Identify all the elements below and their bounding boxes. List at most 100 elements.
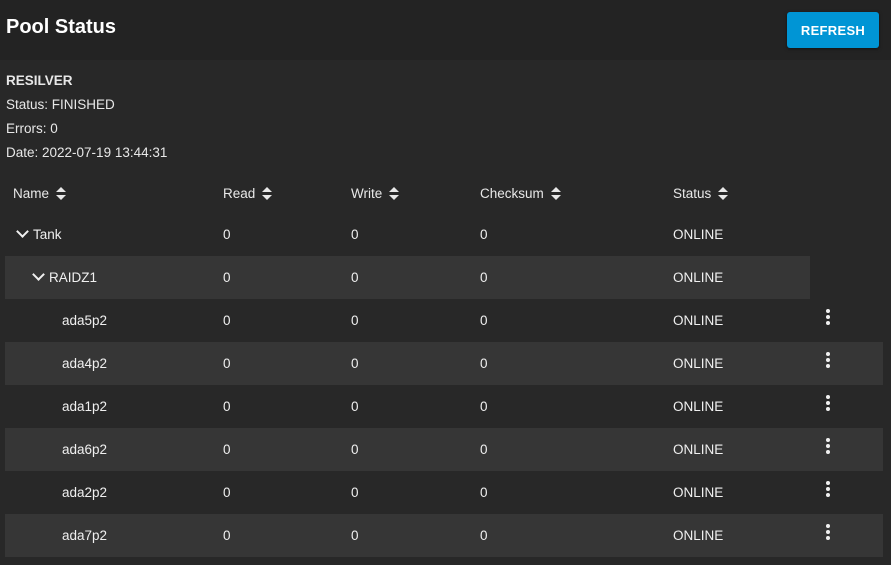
cell-checksum: 0 (480, 227, 488, 242)
cell-name: RAIDZ1 (32, 268, 98, 285)
table-row: ada2p2 0 0 0 ONLINE (5, 471, 883, 514)
column-header-checksum[interactable]: Checksum (480, 186, 561, 201)
column-header-label: Name (13, 186, 50, 201)
cell-status: ONLINE (673, 528, 724, 543)
column-header-label: Status (673, 186, 712, 201)
more-vert-icon[interactable] (825, 524, 833, 542)
menu-dot (826, 487, 830, 491)
table-row: ada7p2 0 0 0 ONLINE (5, 514, 883, 557)
refresh-button[interactable]: REFRESH (787, 12, 879, 48)
page-title: Pool Status (6, 16, 117, 38)
cell-status: ONLINE (673, 399, 724, 414)
menu-dot (826, 395, 830, 399)
menu-dot (826, 524, 830, 528)
menu-dot (826, 481, 830, 485)
more-vert-icon[interactable] (825, 309, 833, 327)
menu-dot (826, 309, 830, 313)
cell-checksum: 0 (480, 442, 488, 457)
cell-write: 0 (351, 528, 359, 543)
more-vert-icon[interactable] (825, 395, 833, 413)
table-row: ada6p2 0 0 0 ONLINE (5, 428, 883, 471)
vdev-name: RAIDZ1 (49, 270, 98, 285)
menu-dot (826, 536, 830, 540)
menu-dot (826, 530, 830, 534)
vdev-name: ada1p2 (62, 399, 108, 414)
cell-status: ONLINE (673, 442, 724, 457)
cell-checksum: 0 (480, 485, 488, 500)
chevron-down-icon[interactable] (32, 268, 45, 281)
cell-write: 0 (351, 442, 359, 457)
cell-name: Tank (16, 225, 62, 242)
cell-checksum: 0 (480, 399, 488, 414)
cell-read: 0 (223, 442, 231, 457)
chevron-down-icon[interactable] (16, 225, 29, 238)
menu-dot (826, 321, 830, 325)
cell-status: ONLINE (673, 313, 724, 328)
scan-errors: Errors: 0 (6, 121, 58, 136)
cell-status: ONLINE (673, 227, 724, 242)
vdev-name: ada7p2 (62, 528, 108, 543)
column-header-label: Checksum (480, 186, 544, 201)
menu-dot (826, 407, 830, 411)
column-header-label: Write (351, 186, 383, 201)
more-vert-icon[interactable] (825, 438, 833, 456)
cell-write: 0 (351, 313, 359, 328)
menu-dot (826, 444, 830, 448)
more-vert-icon[interactable] (825, 481, 833, 499)
column-header-write[interactable]: Write (351, 186, 400, 201)
cell-checksum: 0 (480, 270, 488, 285)
cell-status: ONLINE (673, 485, 724, 500)
cell-read: 0 (223, 227, 231, 242)
cell-status: ONLINE (673, 270, 724, 285)
vdev-name: ada4p2 (62, 356, 108, 371)
cell-read: 0 (223, 356, 231, 371)
cell-name: ada2p2 (62, 485, 107, 500)
cell-name: ada4p2 (62, 356, 107, 371)
menu-dot (826, 315, 830, 319)
table-row: ada4p2 0 0 0 ONLINE (5, 342, 883, 385)
column-header-name[interactable]: Name (13, 186, 67, 201)
menu-dot (826, 364, 830, 368)
cell-checksum: 0 (480, 313, 488, 328)
cell-name: ada7p2 (62, 528, 107, 543)
cell-name: ada6p2 (62, 442, 107, 457)
vdev-name: ada5p2 (62, 313, 108, 328)
cell-read: 0 (223, 485, 231, 500)
cell-status: ONLINE (673, 356, 724, 371)
menu-dot (826, 352, 830, 356)
sort-icon (262, 186, 273, 201)
table-row[interactable]: RAIDZ1 0 0 0 ONLINE (5, 256, 810, 299)
column-header-label: Read (223, 186, 256, 201)
scan-status: Status: FINISHED (6, 97, 115, 112)
cell-name: ada1p2 (62, 399, 107, 414)
table-row[interactable]: Tank 0 0 0 ONLINE (5, 213, 810, 256)
column-header-status[interactable]: Status (673, 186, 729, 201)
sort-icon (389, 186, 400, 201)
vdev-name: ada2p2 (62, 485, 108, 500)
menu-dot (826, 358, 830, 362)
cell-read: 0 (223, 270, 231, 285)
column-header-read[interactable]: Read (223, 186, 273, 201)
menu-dot (826, 438, 830, 442)
menu-dot (826, 493, 830, 497)
cell-checksum: 0 (480, 356, 488, 371)
table-row: ada1p2 0 0 0 ONLINE (5, 385, 883, 428)
cell-read: 0 (223, 528, 231, 543)
cell-write: 0 (351, 270, 359, 285)
cell-name: ada5p2 (62, 313, 107, 328)
cell-read: 0 (223, 399, 231, 414)
scan-date: Date: 2022-07-19 13:44:31 (6, 145, 168, 160)
sort-icon (718, 186, 729, 201)
more-vert-icon[interactable] (825, 352, 833, 370)
sort-icon (550, 186, 561, 201)
sort-icon (56, 186, 67, 201)
menu-dot (826, 450, 830, 454)
cell-checksum: 0 (480, 528, 488, 543)
vdev-name: Tank (33, 227, 62, 242)
cell-write: 0 (351, 399, 359, 414)
cell-read: 0 (223, 313, 231, 328)
table-row: ada5p2 0 0 0 ONLINE (5, 299, 883, 342)
cell-write: 0 (351, 485, 359, 500)
vdev-name: ada6p2 (62, 442, 108, 457)
menu-dot (826, 401, 830, 405)
